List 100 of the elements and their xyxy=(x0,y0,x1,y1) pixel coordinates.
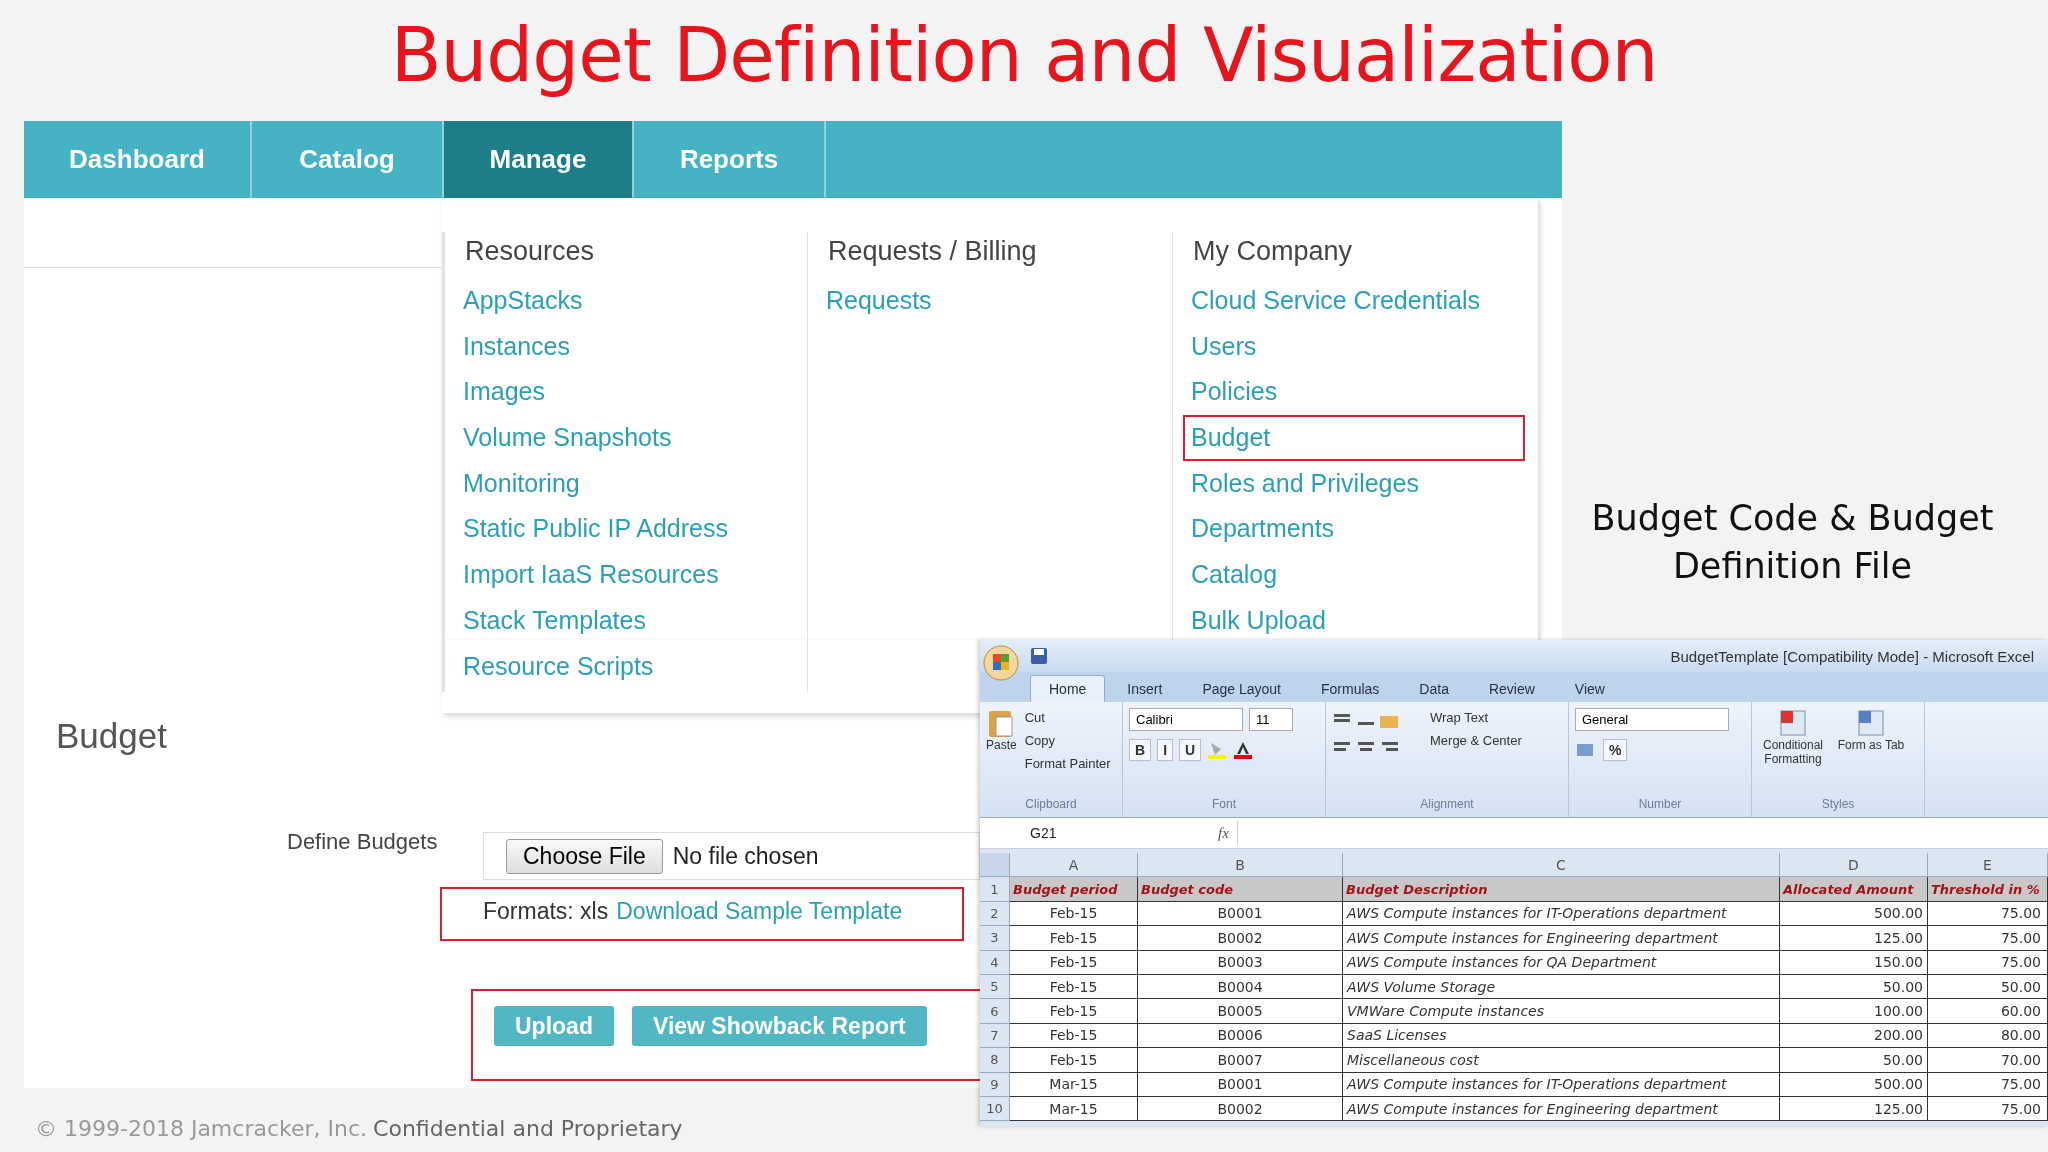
ribbon-tab[interactable]: Page Layout xyxy=(1184,676,1299,702)
table-cell: 50.00 xyxy=(1928,974,2048,1000)
menu-item[interactable]: Cloud Service Credentials xyxy=(1183,278,1525,324)
table-cell: AWS Compute instances for IT-Operations department xyxy=(1343,1072,1780,1097)
row-header[interactable]: 4 xyxy=(980,950,1010,975)
table-cell: B0001 xyxy=(1138,1072,1343,1097)
clipboard-command[interactable]: Cut xyxy=(1024,708,1111,727)
table-cell: Feb-15 xyxy=(1010,999,1138,1024)
table-cell: B0004 xyxy=(1138,974,1343,1000)
save-icon[interactable] xyxy=(1030,647,1048,665)
ribbon-tab[interactable]: Data xyxy=(1401,676,1467,702)
styles-command[interactable]: Form as Tab xyxy=(1836,708,1906,752)
table-cell: AWS Compute instances for IT-Operations department xyxy=(1343,901,1780,927)
file-field[interactable]: Choose File No file chosen xyxy=(483,832,980,880)
ribbon-tab[interactable]: Review xyxy=(1470,676,1553,702)
styles-command[interactable]: Conditional Formatting xyxy=(1758,708,1828,766)
clipboard-command[interactable]: Format Painter xyxy=(1024,754,1111,773)
window-title: BudgetTemplate [Compatibility Mode] - Microsoft Excel xyxy=(1670,647,2034,665)
menu-item[interactable]: Catalog xyxy=(1183,552,1525,598)
font-style-button[interactable]: I xyxy=(1157,739,1173,761)
choose-file-button[interactable]: Choose File xyxy=(506,838,663,874)
menu-item[interactable]: Instances xyxy=(455,323,795,370)
conditional-format-icon[interactable] xyxy=(1778,708,1808,738)
row-header[interactable]: 5 xyxy=(980,974,1010,1000)
ribbon-tab[interactable]: Insert xyxy=(1109,676,1181,702)
menu-item[interactable]: Resource Scripts xyxy=(455,643,795,690)
table-cell: 80.00 xyxy=(1928,1023,2048,1049)
header-cell: Allocated Amount xyxy=(1780,877,1928,902)
file-status: No file chosen xyxy=(672,842,819,870)
menu-item[interactable]: Budget xyxy=(1183,415,1525,461)
slide-title: Budget Definition and Visualization xyxy=(389,12,1659,98)
menu-item[interactable]: Monitoring xyxy=(455,460,795,507)
menu-item[interactable]: Requests xyxy=(818,278,1160,324)
download-template-link[interactable]: Download Sample Template xyxy=(616,898,903,925)
table-cell: 200.00 xyxy=(1780,1023,1928,1049)
column-header[interactable]: E xyxy=(1928,853,2048,878)
menu-heading: My Company xyxy=(1193,235,1354,268)
menu-item[interactable]: Policies xyxy=(1183,369,1525,416)
table-cell: B0002 xyxy=(1138,1096,1343,1122)
font-style-button[interactable]: B xyxy=(1129,739,1152,761)
table-cell: B0007 xyxy=(1138,1048,1343,1073)
table-cell: B0003 xyxy=(1138,950,1343,975)
alignment-command[interactable]: Merge & Center xyxy=(1430,731,1522,750)
menu-item[interactable]: Users xyxy=(1183,323,1525,370)
ribbon-tab[interactable]: Home xyxy=(1030,675,1106,702)
table-cell: 75.00 xyxy=(1928,1096,2048,1122)
menu-item[interactable]: Bulk Upload xyxy=(1183,597,1525,644)
font-size-field[interactable]: 11 xyxy=(1249,708,1293,731)
column-header[interactable]: A xyxy=(1010,853,1138,878)
row-header[interactable]: 1 xyxy=(980,877,1010,902)
table-cell: 150.00 xyxy=(1780,950,1928,975)
row-header[interactable]: 9 xyxy=(980,1072,1010,1097)
group-label: Clipboard xyxy=(1024,797,1078,813)
row-header[interactable]: 7 xyxy=(980,1023,1010,1049)
header-cell: Threshold in % xyxy=(1928,877,2048,902)
menu-item[interactable]: Volume Snapshots xyxy=(455,415,795,461)
percent-button[interactable]: % xyxy=(1603,739,1628,761)
row-header[interactable]: 10 xyxy=(980,1096,1010,1122)
font-style-button[interactable]: U xyxy=(1179,739,1202,761)
row-header[interactable]: 6 xyxy=(980,999,1010,1024)
table-cell: 50.00 xyxy=(1780,974,1928,1000)
nav-tab[interactable]: Manage xyxy=(444,121,634,198)
name-box[interactable]: G21 xyxy=(980,825,1150,841)
table-cell: AWS Compute instances for Engineering department xyxy=(1343,1096,1780,1122)
column-header[interactable]: B xyxy=(1138,853,1343,878)
column-header[interactable]: C xyxy=(1343,853,1780,878)
row-header[interactable]: 2 xyxy=(980,901,1010,927)
menu-item[interactable]: Static Public IP Address xyxy=(455,506,795,553)
table-cell: 60.00 xyxy=(1928,999,2048,1024)
table-format-icon[interactable] xyxy=(1856,708,1886,738)
number-format-field[interactable]: General xyxy=(1575,708,1729,731)
menu-item[interactable]: Images xyxy=(455,369,795,416)
row-header[interactable]: 8 xyxy=(980,1048,1010,1073)
field-label: Define Budgets xyxy=(287,829,438,855)
menu-item[interactable]: Departments xyxy=(1183,506,1525,553)
table-cell: Feb-15 xyxy=(1010,1048,1138,1073)
clipboard-command[interactable]: Copy xyxy=(1024,731,1111,750)
table-cell: VMWare Compute instances xyxy=(1343,999,1780,1024)
function-button[interactable]: fx xyxy=(1218,824,1229,842)
table-cell: B0006 xyxy=(1138,1023,1343,1049)
alignment-command[interactable]: Wrap Text xyxy=(1430,708,1522,727)
table-cell: AWS Volume Storage xyxy=(1343,974,1780,1000)
ribbon-tab[interactable]: View xyxy=(1556,676,1623,702)
row-header[interactable]: 3 xyxy=(980,926,1010,951)
font-name-field[interactable]: Calibri xyxy=(1129,708,1243,731)
table-cell: Feb-15 xyxy=(1010,901,1138,927)
table-cell: 125.00 xyxy=(1780,926,1928,951)
menu-item[interactable]: Roles and Privileges xyxy=(1183,460,1525,507)
fill-color-icon[interactable] xyxy=(1207,741,1228,759)
confidential-text: Confidential and Proprietary xyxy=(373,1116,683,1141)
menu-item[interactable]: AppStacks xyxy=(455,278,795,324)
font-color-icon[interactable] xyxy=(1233,741,1254,759)
paste-button[interactable]: Paste xyxy=(986,708,1017,752)
ribbon-tab[interactable]: Formulas xyxy=(1303,676,1398,702)
menu-item[interactable]: Stack Templates xyxy=(455,597,795,644)
menu-heading: Resources xyxy=(465,235,596,268)
table-cell: Feb-15 xyxy=(1010,926,1138,951)
menu-item[interactable]: Import IaaS Resources xyxy=(455,552,795,598)
column-header[interactable]: D xyxy=(1780,853,1928,878)
side-note: Budget Code & Budget Definition File xyxy=(1590,497,1995,588)
